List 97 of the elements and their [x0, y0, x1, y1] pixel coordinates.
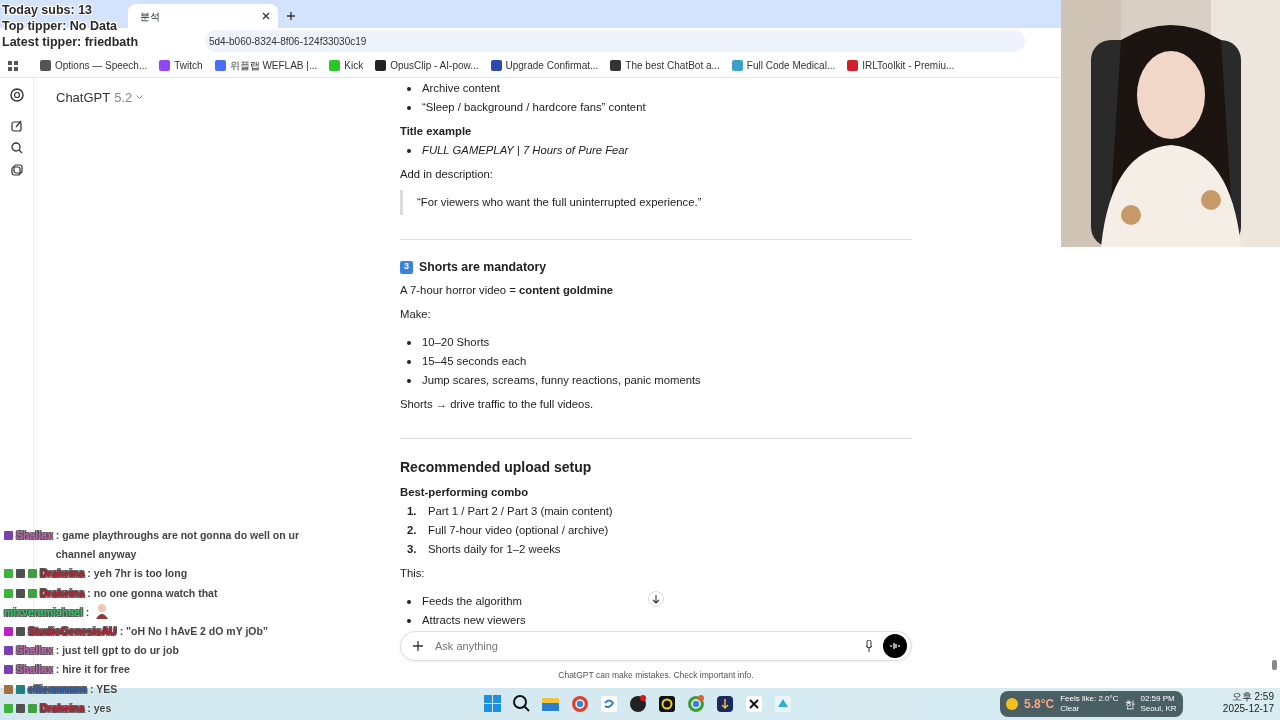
- paragraph: A 7-hour horror video = content goldmine: [400, 283, 615, 299]
- clock-time: 오후 2:59: [1230, 691, 1274, 703]
- message-composer[interactable]: Ask anything: [400, 631, 912, 661]
- chat-message: : yes: [87, 700, 113, 716]
- camera-icon[interactable]: [656, 693, 678, 715]
- apps-icon[interactable]: [8, 60, 18, 71]
- bookmark[interactable]: IRLToolkit - Premiu...: [847, 58, 955, 73]
- stream-stat: Latest tipper: friedbath: [2, 34, 139, 50]
- paragraph: This:: [400, 566, 426, 582]
- bookmark[interactable]: Full Code Medical...: [731, 58, 836, 73]
- weather-time: 02:59 PM: [1140, 694, 1176, 704]
- weather-detail: Feels like: 2.0°C: [1060, 694, 1119, 704]
- chat-username: Shallax: [16, 528, 53, 543]
- chat-username: mixveramichael: [4, 604, 83, 620]
- paragraph: Add in description:: [400, 167, 494, 182]
- chat-username: Drakeina: [40, 566, 85, 582]
- model-selector[interactable]: ChatGPT 5.2: [56, 88, 144, 108]
- list-item: FULL GAMEPLAY | 7 Hours of Pure Fear: [422, 143, 629, 159]
- list-number: 1.: [407, 504, 417, 520]
- subheading: Best-performing combo: [400, 485, 530, 501]
- disc-icon[interactable]: [627, 693, 649, 715]
- app-icon[interactable]: [598, 693, 620, 715]
- chat-username: Shallax: [16, 643, 53, 659]
- start-icon[interactable]: [482, 693, 504, 715]
- list-item: Part 1 / Part 2 / Part 3 (main content): [428, 504, 613, 520]
- list-number: 2.: [407, 523, 417, 539]
- list-item: 10–20 Shorts: [422, 335, 490, 351]
- list-item: Archive content: [422, 81, 500, 97]
- waveform-icon: [890, 642, 900, 650]
- chat-username: StudioGenesisAU: [28, 624, 117, 639]
- blockquote: “For viewers who want the full uninterrupted experience.”: [400, 190, 912, 215]
- list-item: 15–45 seconds each: [422, 354, 527, 370]
- close-icon[interactable]: [262, 12, 270, 20]
- subheading: Title example: [400, 124, 473, 139]
- bullet-icon: [407, 86, 411, 91]
- bullet-icon: [407, 105, 411, 110]
- bullet-icon: [407, 618, 411, 623]
- weather-condition: Clear: [1060, 704, 1081, 714]
- stream-stat: Today subs: 13: [2, 2, 93, 18]
- weather-city: Seoul, KR: [1140, 704, 1177, 714]
- stream-stat: Top tipper: No Data: [2, 18, 118, 34]
- bookmark[interactable]: Options — Speech...: [40, 58, 148, 73]
- chat-message: : "oH No I hAvE 2 dO mY jOb": [119, 624, 269, 639]
- clock-date: 2025-12-17: [1222, 703, 1274, 715]
- list-item: Full 7-hour video (optional / archive): [428, 523, 609, 539]
- chat-message: : hire it for free: [55, 662, 131, 678]
- bookmark[interactable]: The best ChatBot a...: [610, 58, 720, 73]
- browser-tab[interactable]: 분석: [128, 4, 278, 28]
- number-icon: 3: [400, 260, 413, 274]
- bullet-icon: [407, 148, 411, 153]
- edit-icon[interactable]: [10, 120, 23, 132]
- bullet-icon: [407, 378, 411, 383]
- chat-username: Drakeina: [40, 700, 85, 716]
- sun-icon: [1006, 698, 1018, 710]
- logo-icon[interactable]: [9, 88, 24, 102]
- chat-message: : yeh 7hr is too long: [87, 566, 189, 582]
- chat-message: :: [85, 604, 90, 620]
- voice-button[interactable]: [883, 634, 907, 658]
- bookmark[interactable]: OpusClip - AI-pow...: [375, 58, 479, 73]
- section-heading: Shorts are mandatory: [419, 259, 547, 276]
- chat-message: : YES: [89, 681, 119, 697]
- disclaimer: ChatGPT can make mistakes. Check important info.: [557, 669, 755, 682]
- scroll-down-button[interactable]: [648, 591, 664, 607]
- bookmark[interactable]: Upgrade Confirmat...: [490, 58, 599, 73]
- chat-message: : game playthroughs are not gonna do well on ur channel anyway: [55, 528, 301, 563]
- chat-username: Shallax: [16, 662, 53, 678]
- list-item: Jump scares, screams, funny reactions, panic moments: [422, 373, 701, 389]
- arrow-down-icon: [652, 594, 660, 604]
- bullet-icon: [407, 599, 411, 604]
- images-icon[interactable]: [10, 164, 23, 176]
- list-item: “Sleep / background / hardcore fans” content: [422, 100, 646, 116]
- section-heading: Recommended upload setup: [400, 458, 593, 478]
- ime-indicator: 한: [1124, 697, 1135, 712]
- browser-icon[interactable]: [685, 693, 707, 715]
- chat-username: elliennnnnn: [28, 681, 87, 697]
- new-tab-icon[interactable]: [286, 11, 296, 21]
- bookmark[interactable]: Twitch: [159, 58, 203, 73]
- chat-message: : no one gonna watch that: [87, 585, 219, 601]
- bookmark[interactable]: 위플랩 WEFLAB |...: [214, 58, 318, 73]
- bullet-icon: [407, 340, 411, 345]
- chat-message: : just tell gpt to do ur job: [55, 643, 180, 659]
- browser-icon[interactable]: [569, 693, 591, 715]
- list-item: Feeds the algorithm: [422, 594, 522, 610]
- chevron-icon: [136, 95, 144, 101]
- microphone-icon[interactable]: [865, 640, 873, 652]
- bookmark[interactable]: Kick: [329, 58, 364, 73]
- paragraph: Shorts → drive traffic to the full videos.: [400, 397, 595, 413]
- list-item: Attracts new viewers: [422, 613, 526, 629]
- scrollbar-thumb[interactable]: [1272, 660, 1277, 670]
- list-number: 3.: [407, 542, 417, 558]
- address-bar[interactable]: 5d4-b060-8324-8f06-124f33030c19: [205, 30, 1025, 52]
- list-item: Shorts daily for 1–2 weeks: [428, 542, 561, 558]
- plus-icon[interactable]: [413, 641, 423, 651]
- bullet-icon: [407, 359, 411, 364]
- paragraph: Make:: [400, 307, 432, 323]
- chat-username: Drakeina: [40, 585, 85, 601]
- search-icon[interactable]: [10, 142, 23, 154]
